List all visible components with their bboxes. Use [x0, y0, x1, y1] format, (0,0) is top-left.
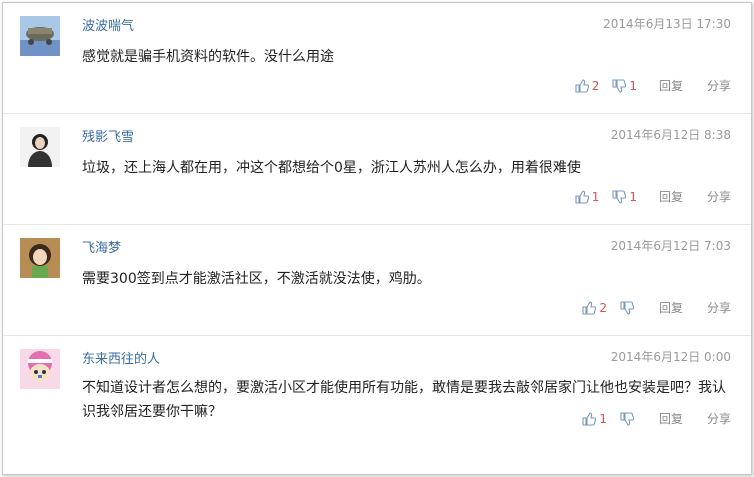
comment-actions: 1 1 回复 分享 [575, 188, 731, 205]
like-button[interactable]: 2 [575, 78, 600, 93]
dislike-button[interactable] [620, 411, 637, 426]
share-button[interactable]: 分享 [707, 188, 731, 205]
thumbs-up-icon [582, 411, 597, 426]
dislike-button[interactable] [620, 300, 637, 315]
dislike-count: 1 [629, 189, 637, 204]
comment-text: 需要300签到点才能激活社区，不激活就没法使，鸡肋。 [82, 271, 431, 287]
comment-actions: 2 1 回复 分享 [575, 77, 731, 94]
thumbs-up-icon [575, 189, 589, 204]
dislike-count: 1 [629, 78, 637, 93]
comment-item: 波波喘气 2014年6月13日 17:30 感觉就是骗手机资料的软件。没什么用途… [3, 3, 751, 114]
share-button[interactable]: 分享 [707, 299, 731, 316]
comment-item: 飞海梦 2014年6月12日 7:03 需要300签到点才能激活社区，不激活就没… [3, 225, 751, 336]
avatar[interactable] [20, 127, 60, 167]
comment-list: 波波喘气 2014年6月13日 17:30 感觉就是骗手机资料的软件。没什么用途… [2, 2, 752, 475]
timestamp: 2014年6月12日 8:38 [610, 128, 731, 142]
username[interactable]: 东来西往的人 [82, 348, 160, 367]
avatar[interactable] [20, 238, 60, 278]
share-button[interactable]: 分享 [707, 410, 731, 427]
like-count: 1 [591, 189, 600, 204]
timestamp: 2014年6月12日 7:03 [610, 239, 731, 253]
like-button[interactable]: 1 [575, 189, 600, 204]
like-button[interactable]: 2 [582, 301, 607, 315]
reply-button[interactable]: 回复 [659, 410, 683, 427]
thumbs-up-icon [582, 300, 597, 315]
username[interactable]: 残影飞雪 [82, 126, 134, 145]
comment-text: 垃圾，还上海人都在用，冲这个都想给个0星，浙江人苏州人怎么办，用着很难使 [82, 160, 581, 176]
username[interactable]: 波波喘气 [82, 15, 134, 34]
dislike-button[interactable]: 1 [612, 190, 637, 204]
thumbs-down-icon [612, 189, 627, 204]
share-button[interactable]: 分享 [707, 77, 731, 94]
like-button[interactable]: 1 [582, 412, 607, 426]
reply-button[interactable]: 回复 [659, 188, 683, 205]
username[interactable]: 飞海梦 [82, 237, 121, 256]
reply-button[interactable]: 回复 [659, 299, 683, 316]
comment-text: 感觉就是骗手机资料的软件。没什么用途 [82, 49, 334, 65]
thumbs-down-icon [612, 78, 627, 93]
comment-actions: 1 回复 分享 [582, 410, 731, 427]
thumbs-down-icon [620, 300, 634, 315]
comment-actions: 2 回复 分享 [582, 299, 731, 316]
dislike-button[interactable]: 1 [612, 79, 637, 93]
comment-item: 东来西往的人 2014年6月12日 0:00 不知道设计者怎么想的，要激活小区才… [3, 336, 751, 446]
like-count: 1 [599, 411, 607, 426]
comment-item: 残影飞雪 2014年6月12日 8:38 垃圾，还上海人都在用，冲这个都想给个0… [3, 114, 751, 225]
thumbs-up-icon [575, 78, 589, 93]
reply-button[interactable]: 回复 [659, 77, 683, 94]
like-count: 2 [599, 300, 607, 315]
thumbs-down-icon [620, 411, 634, 426]
timestamp: 2014年6月12日 0:00 [610, 350, 731, 364]
avatar[interactable] [20, 16, 60, 56]
timestamp: 2014年6月13日 17:30 [603, 17, 731, 31]
like-count: 2 [591, 78, 600, 93]
avatar[interactable] [20, 349, 60, 389]
